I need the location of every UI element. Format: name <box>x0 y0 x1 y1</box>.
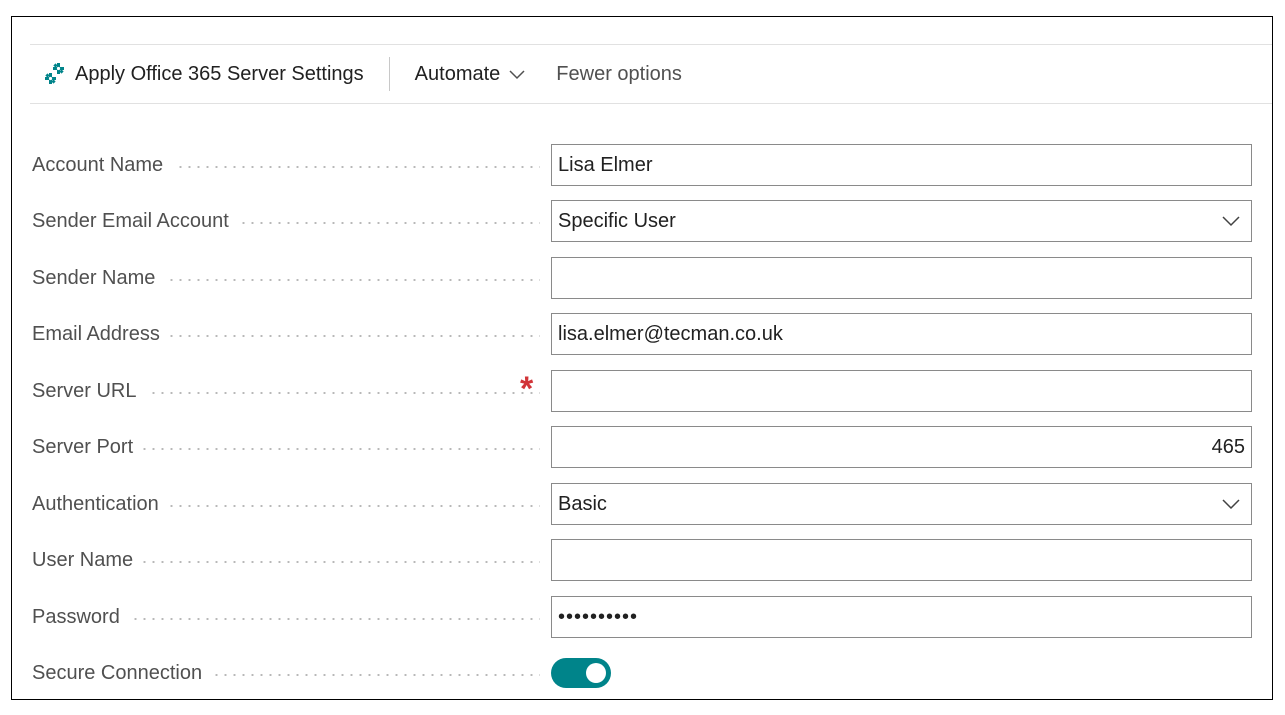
sender-email-account-value: Specific User <box>558 209 676 232</box>
sender-email-account-label-area: Sender Email Account <box>32 200 540 242</box>
authentication-select[interactable]: Basic <box>551 483 1252 525</box>
field-sender-email-account: Sender Email Account Specific User <box>32 200 1252 242</box>
required-asterisk-icon: * <box>520 370 534 408</box>
email-address-label-area: Email Address <box>32 313 540 355</box>
field-user-name: User Name <box>32 539 1252 581</box>
user-name-input[interactable] <box>551 539 1252 581</box>
account-name-input[interactable]: Lisa Elmer <box>551 144 1252 186</box>
field-server-url: Server URL * <box>32 370 1252 412</box>
chevron-down-icon <box>1221 498 1241 510</box>
automate-menu-button[interactable]: Automate <box>415 45 527 103</box>
password-label-area: Password <box>32 596 540 638</box>
apply-office365-settings-label: Apply Office 365 Server Settings <box>75 62 364 85</box>
server-url-label: Server URL <box>32 379 147 403</box>
field-server-port: Server Port 465 <box>32 426 1252 468</box>
chevron-down-icon <box>508 68 526 80</box>
authentication-value: Basic <box>558 492 607 515</box>
account-name-value: Lisa Elmer <box>558 153 653 176</box>
email-address-value: lisa.elmer@tecman.co.uk <box>558 322 783 345</box>
field-sender-name: Sender Name <box>32 257 1252 299</box>
email-address-input[interactable]: lisa.elmer@tecman.co.uk <box>551 313 1252 355</box>
sender-name-label: Sender Name <box>32 266 166 290</box>
apply-office365-settings-button[interactable]: Apply Office 365 Server Settings <box>30 45 364 103</box>
chevron-down-icon <box>1221 215 1241 227</box>
email-account-card: Apply Office 365 Server Settings Automat… <box>11 16 1273 700</box>
fewer-options-button[interactable]: Fewer options <box>556 45 682 103</box>
server-port-label: Server Port <box>32 435 144 459</box>
email-address-label: Email Address <box>32 322 170 346</box>
server-port-label-area: Server Port <box>32 426 540 468</box>
toggle-knob <box>586 663 606 683</box>
toolbar-divider <box>388 57 390 91</box>
field-password: Password •••••••••• <box>32 596 1252 638</box>
sender-email-account-select[interactable]: Specific User <box>551 200 1252 242</box>
authentication-label-area: Authentication <box>32 483 540 525</box>
field-authentication: Authentication Basic <box>32 483 1252 525</box>
server-port-input[interactable]: 465 <box>551 426 1252 468</box>
sender-email-account-label: Sender Email Account <box>32 209 239 233</box>
field-email-address: Email Address lisa.elmer@tecman.co.uk <box>32 313 1252 355</box>
user-name-label: User Name <box>32 548 144 572</box>
server-url-label-area: Server URL <box>32 370 540 412</box>
gears-icon <box>44 61 70 87</box>
password-label: Password <box>32 605 130 629</box>
sender-name-input[interactable] <box>551 257 1252 299</box>
fewer-options-label: Fewer options <box>556 62 682 85</box>
secure-connection-toggle[interactable] <box>551 658 611 688</box>
password-input[interactable]: •••••••••• <box>551 596 1252 638</box>
secure-connection-label-area: Secure Connection <box>32 652 540 694</box>
secure-connection-label: Secure Connection <box>32 661 213 685</box>
user-name-label-area: User Name <box>32 539 540 581</box>
action-bar: Apply Office 365 Server Settings Automat… <box>30 44 1272 104</box>
field-account-name: Account Name Lisa Elmer <box>32 144 1252 186</box>
account-name-label-area: Account Name <box>32 144 540 186</box>
server-url-input[interactable] <box>551 370 1252 412</box>
sender-name-label-area: Sender Name <box>32 257 540 299</box>
field-secure-connection: Secure Connection <box>32 652 1252 694</box>
account-name-label: Account Name <box>32 153 174 177</box>
authentication-label: Authentication <box>32 492 169 516</box>
automate-label: Automate <box>414 62 501 85</box>
server-port-value: 465 <box>1211 435 1245 458</box>
password-value: •••••••••• <box>558 605 639 628</box>
